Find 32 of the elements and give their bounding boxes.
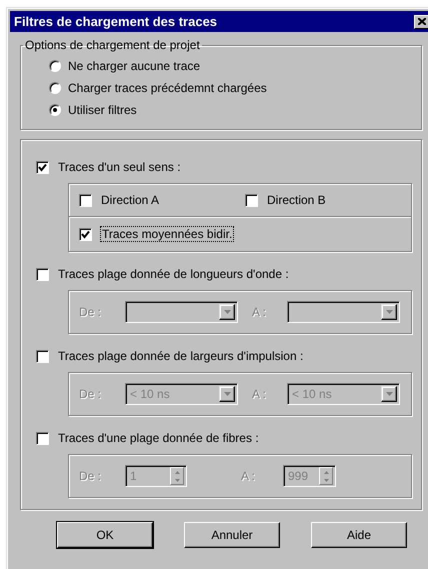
checkbox-label: Traces plage donnée de longueurs d'onde : bbox=[58, 267, 289, 281]
checkbox-label: Traces d'une plage donnée de fibres : bbox=[58, 431, 259, 445]
field-label: De : bbox=[79, 469, 102, 483]
spin-buttons-icon bbox=[319, 467, 333, 485]
radio-button[interactable] bbox=[49, 82, 61, 94]
radio-label: Ne charger aucune trace bbox=[68, 59, 200, 73]
spin-buttons-icon bbox=[170, 467, 184, 485]
checkbox-label: Traces moyennées bidir. bbox=[101, 227, 234, 241]
checkbox-label: Traces d'un seul sens : bbox=[58, 160, 181, 174]
field-label: A : bbox=[252, 305, 268, 319]
close-button[interactable] bbox=[414, 14, 428, 28]
field-label: De : bbox=[79, 305, 102, 319]
dialog-button[interactable]: Annuler bbox=[184, 522, 280, 548]
radio-button[interactable] bbox=[49, 60, 61, 72]
field-label: De : bbox=[79, 387, 102, 401]
window-title: Filtres de chargement des traces bbox=[14, 14, 218, 29]
checkbox-label: Direction A bbox=[101, 193, 160, 207]
checkbox[interactable] bbox=[79, 194, 92, 206]
checkbox[interactable] bbox=[36, 160, 49, 174]
field-label: A : bbox=[241, 469, 256, 483]
radio-label: Charger traces précédemnt chargées bbox=[68, 81, 267, 95]
close-icon bbox=[418, 18, 426, 25]
radio-label: Utiliser filtres bbox=[68, 103, 137, 117]
checkbox[interactable] bbox=[245, 194, 258, 206]
field-label: A : bbox=[252, 387, 268, 401]
group-label: Options de chargement de projet bbox=[24, 38, 201, 52]
checkbox-label: Traces plage donnée de largeurs d'impulsion : bbox=[58, 349, 304, 363]
dialog-button[interactable]: Aide bbox=[311, 522, 407, 548]
dialog-button[interactable]: OK bbox=[57, 522, 153, 548]
radio-button[interactable] bbox=[49, 104, 61, 116]
checkbox-label: Direction B bbox=[267, 193, 326, 207]
checkbox[interactable] bbox=[79, 228, 92, 240]
